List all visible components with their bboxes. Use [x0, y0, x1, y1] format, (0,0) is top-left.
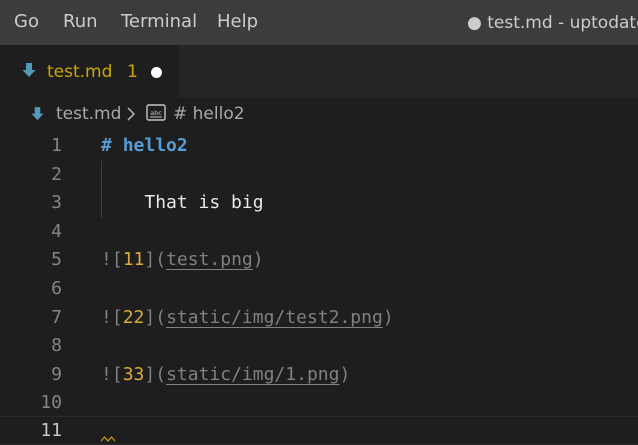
indent-guide: [101, 161, 102, 218]
window-title: ● test.md - uptodate: [467, 13, 638, 33]
markdown-download-icon: [22, 63, 36, 77]
breadcrumb-symbol[interactable]: # hello2: [173, 103, 245, 125]
markdown-download-icon: [31, 107, 44, 121]
editor-line[interactable]: 2: [0, 161, 638, 190]
code-editor[interactable]: 1 # hello2 2 3 That is big 4 5 ![11](tes…: [0, 132, 638, 445]
text-symbol-icon: abc: [146, 104, 166, 121]
image-link[interactable]: static/img/1.png: [166, 364, 339, 385]
editor-line[interactable]: 6: [0, 275, 638, 304]
editor-line[interactable]: 4: [0, 218, 638, 247]
image-alt-text: 33: [122, 363, 145, 385]
tab-test-md[interactable]: test.md 1: [0, 45, 178, 98]
problem-count-badge: 1: [127, 62, 138, 82]
line-content: ![11](test.png): [101, 249, 264, 271]
heading-text: hello2: [122, 135, 188, 156]
heading-marker: #: [101, 135, 112, 156]
line-content: ![33](static/img/1.png): [101, 363, 351, 385]
current-line[interactable]: 11: [0, 416, 638, 445]
line-number: 6: [51, 278, 62, 299]
editor-line[interactable]: 10: [0, 389, 638, 418]
menu-go[interactable]: Go: [14, 11, 39, 33]
line-number: 4: [51, 220, 62, 242]
line-content: ![22](static/img/test2.png): [101, 306, 394, 328]
image-link[interactable]: static/img/test2.png: [166, 307, 383, 328]
line-number: 8: [51, 335, 62, 357]
menu-bar: Go Run Terminal Help ● test.md - uptodat…: [0, 0, 638, 45]
chevron-right-icon: [127, 107, 136, 121]
editor-window: Go Run Terminal Help ● test.md - uptodat…: [0, 0, 638, 445]
breadcrumb: test.md abc # hello2: [0, 98, 638, 132]
line-number: 2: [51, 163, 62, 185]
editor-line[interactable]: 9 ![33](static/img/1.png): [0, 361, 638, 390]
tab-bar: test.md 1: [0, 45, 638, 98]
image-alt-text: 11: [122, 249, 145, 271]
menu-help[interactable]: Help: [217, 11, 258, 33]
editor-line[interactable]: 3 That is big: [0, 189, 638, 218]
line-content: # hello2: [101, 135, 188, 157]
unsaved-dot-icon[interactable]: [151, 67, 162, 78]
line-number: 10: [40, 392, 62, 414]
tab-label: test.md: [47, 62, 113, 82]
line-number: 5: [51, 249, 62, 271]
line-content: That is big: [101, 192, 264, 214]
editor-line[interactable]: 1 # hello2: [0, 132, 638, 161]
editor-line[interactable]: 8: [0, 332, 638, 361]
code-text: That is big: [144, 192, 264, 214]
editor-line[interactable]: 7 ![22](static/img/test2.png): [0, 304, 638, 333]
line-number: 11: [40, 420, 62, 441]
editor-line[interactable]: 5 ![11](test.png): [0, 246, 638, 275]
line-number: 3: [51, 192, 62, 214]
svg-text:abc: abc: [150, 109, 162, 117]
line-number: 9: [51, 363, 62, 385]
image-alt-text: 22: [122, 306, 145, 328]
line-number: 7: [51, 306, 62, 328]
menu-run[interactable]: Run: [63, 11, 98, 33]
menu-terminal[interactable]: Terminal: [121, 11, 197, 33]
line-number: 1: [51, 135, 62, 156]
breadcrumb-file[interactable]: test.md: [56, 103, 121, 125]
warning-squiggle-icon: [101, 436, 115, 442]
image-link[interactable]: test.png: [166, 249, 253, 270]
